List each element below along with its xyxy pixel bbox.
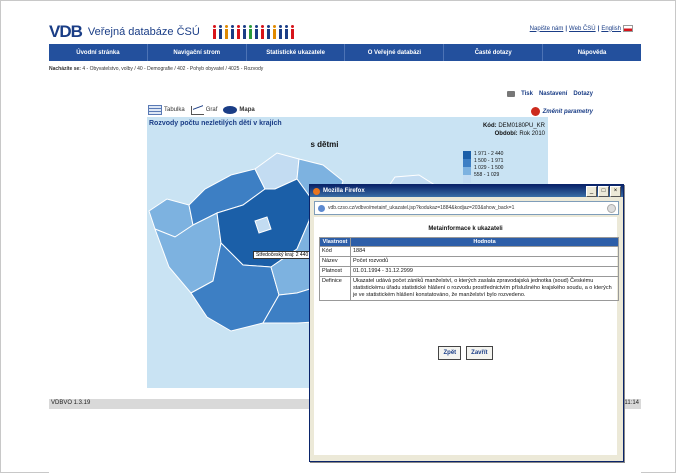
tab-table[interactable]: Tabulka xyxy=(148,105,185,115)
settings-link[interactable]: Nastavení xyxy=(539,91,567,97)
site-logo[interactable]: VDB Veřejná databáze ČSÚ xyxy=(49,22,295,42)
nav-indicators[interactable]: Statistické ukazatele xyxy=(247,44,346,61)
popup-title: Mozilla Firefox xyxy=(323,188,365,194)
tab-map-label: Mapa xyxy=(239,107,255,113)
questions-link[interactable]: Dotazy xyxy=(573,91,593,97)
printer-icon[interactable] xyxy=(507,91,516,97)
table-row: Název Počet rozvodů xyxy=(319,256,619,267)
row-value: 01.01.1994 - 31.12.2999 xyxy=(350,266,619,277)
legend-swatches xyxy=(463,151,471,183)
row-value: Ukazatel udává počet zániků manželství, … xyxy=(350,276,619,301)
link-separator: | xyxy=(565,25,568,32)
legend-label-2: 1 500 - 1 971 xyxy=(474,158,504,164)
region-tooltip: Středočeský kraj: 2 440 xyxy=(253,251,312,259)
nav-about[interactable]: O Veřejné databázi xyxy=(345,44,445,61)
graph-icon xyxy=(190,105,204,115)
security-icon xyxy=(607,204,616,213)
popup-buttons: Zpět Zavřít xyxy=(314,346,617,360)
close-button[interactable]: Zavřít xyxy=(466,346,493,360)
view-tabs: Tabulka Graf Mapa xyxy=(148,105,255,115)
link-web-csu[interactable]: Web ČSÚ xyxy=(569,26,596,32)
url-text: vdb.czso.cz/vdbvo/metainf_ukazatel.jsp?k… xyxy=(328,205,515,211)
address-bar[interactable]: vdb.czso.cz/vdbvo/metainf_ukazatel.jsp?k… xyxy=(314,201,619,215)
refresh-icon xyxy=(530,107,540,116)
table-row: Platnost 01.01.1994 - 31.12.2999 xyxy=(319,266,619,277)
row-key: Definice xyxy=(319,276,351,301)
legend-label-4: 558 - 1 029 xyxy=(474,172,500,178)
tab-table-label: Tabulka xyxy=(164,107,185,113)
row-value: 1884 xyxy=(350,246,619,257)
link-english[interactable]: English xyxy=(601,26,621,32)
breadcrumb-path[interactable]: 4 - Obyvatelstvo, volby / 40 - Demografi… xyxy=(82,66,263,72)
row-key: Platnost xyxy=(319,266,351,277)
change-params-label: Změnit parametry xyxy=(542,108,593,115)
legend-label-1: 1 971 - 2 440 xyxy=(474,151,504,157)
logo-mark: VDB xyxy=(49,22,83,41)
table-header-row: Vlastnost Hodnota xyxy=(319,237,619,247)
table-icon xyxy=(148,105,162,115)
window-controls: _ □ × xyxy=(586,186,621,197)
firefox-icon xyxy=(313,187,320,195)
row-key: Název xyxy=(319,256,351,267)
header-property: Vlastnost xyxy=(319,237,351,247)
map-legend: 1 971 - 2 440 1 500 - 1 971 1 029 - 1 50… xyxy=(463,151,503,183)
header-value: Hodnota xyxy=(350,237,619,247)
time-label: 11:14 xyxy=(624,400,639,406)
legend-swatch-1 xyxy=(463,151,471,159)
nav-tree[interactable]: Navigační strom xyxy=(148,44,247,61)
top-links: Napište nám | Web ČSÚ | English xyxy=(530,25,633,32)
minimize-button[interactable]: _ xyxy=(586,186,597,197)
breadcrumb: Nacházíte se: 4 - Obyvatelstvo, volby / … xyxy=(49,66,263,72)
map-icon xyxy=(223,106,238,114)
legend-labels: 1 971 - 2 440 1 500 - 1 971 1 029 - 1 50… xyxy=(474,151,503,183)
popup-titlebar[interactable]: Mozilla Firefox xyxy=(310,185,623,197)
table-row: Kód 1884 xyxy=(319,246,619,257)
legend-swatch-2 xyxy=(463,159,471,167)
screenshot-frame: VDB Veřejná databáze ČSÚ Napište nám | W… xyxy=(0,0,676,473)
back-button[interactable]: Zpět xyxy=(438,346,462,360)
row-key: Kód xyxy=(319,246,351,257)
metainfo-popup-window: Mozilla Firefox _ □ × vdb.czso.cz/vdbvo/… xyxy=(309,184,624,462)
change-params[interactable]: Změnit parametry xyxy=(530,107,593,116)
tab-graph[interactable]: Graf xyxy=(190,105,218,115)
popup-content: Metainformace k ukazateli Vlastnost Hodn… xyxy=(314,217,619,455)
site-title: Veřejná databáze ČSÚ xyxy=(87,26,200,38)
print-link[interactable]: Tisk xyxy=(521,91,533,97)
close-window-button[interactable]: × xyxy=(610,186,621,197)
metainfo-heading: Metainformace k ukazateli xyxy=(428,226,503,232)
row-value: Počet rozvodů xyxy=(350,256,619,267)
maximize-button[interactable]: □ xyxy=(598,186,609,197)
legend-label-3: 1 029 - 1 500 xyxy=(474,165,504,171)
flag-icon[interactable] xyxy=(623,25,633,32)
nav-help[interactable]: Nápověda xyxy=(543,44,641,61)
link-contact[interactable]: Napište nám xyxy=(530,26,564,32)
breadcrumb-label: Nacházíte se: xyxy=(49,66,81,72)
legend-swatch-4 xyxy=(463,175,471,183)
legend-swatch-3 xyxy=(463,167,471,175)
link-separator: | xyxy=(597,25,600,32)
table-row: Definice Ukazatel udává počet zániků man… xyxy=(319,276,619,301)
tab-map[interactable]: Mapa xyxy=(223,106,255,114)
nav-faq[interactable]: Časté dotazy xyxy=(444,44,544,61)
metainfo-table: Vlastnost Hodnota Kód 1884 Název Počet r… xyxy=(319,237,619,301)
version-label: VDBVO 1.3.19 xyxy=(51,400,91,406)
site-icon xyxy=(318,204,325,212)
tab-graph-label: Graf xyxy=(205,107,218,113)
page-tools: Tisk Nastavení Dotazy xyxy=(507,91,593,97)
nav-home[interactable]: Úvodní stránka xyxy=(49,44,148,61)
people-figures-graphic xyxy=(212,25,295,39)
main-nav: Úvodní stránka Navigační strom Statistic… xyxy=(49,44,641,61)
